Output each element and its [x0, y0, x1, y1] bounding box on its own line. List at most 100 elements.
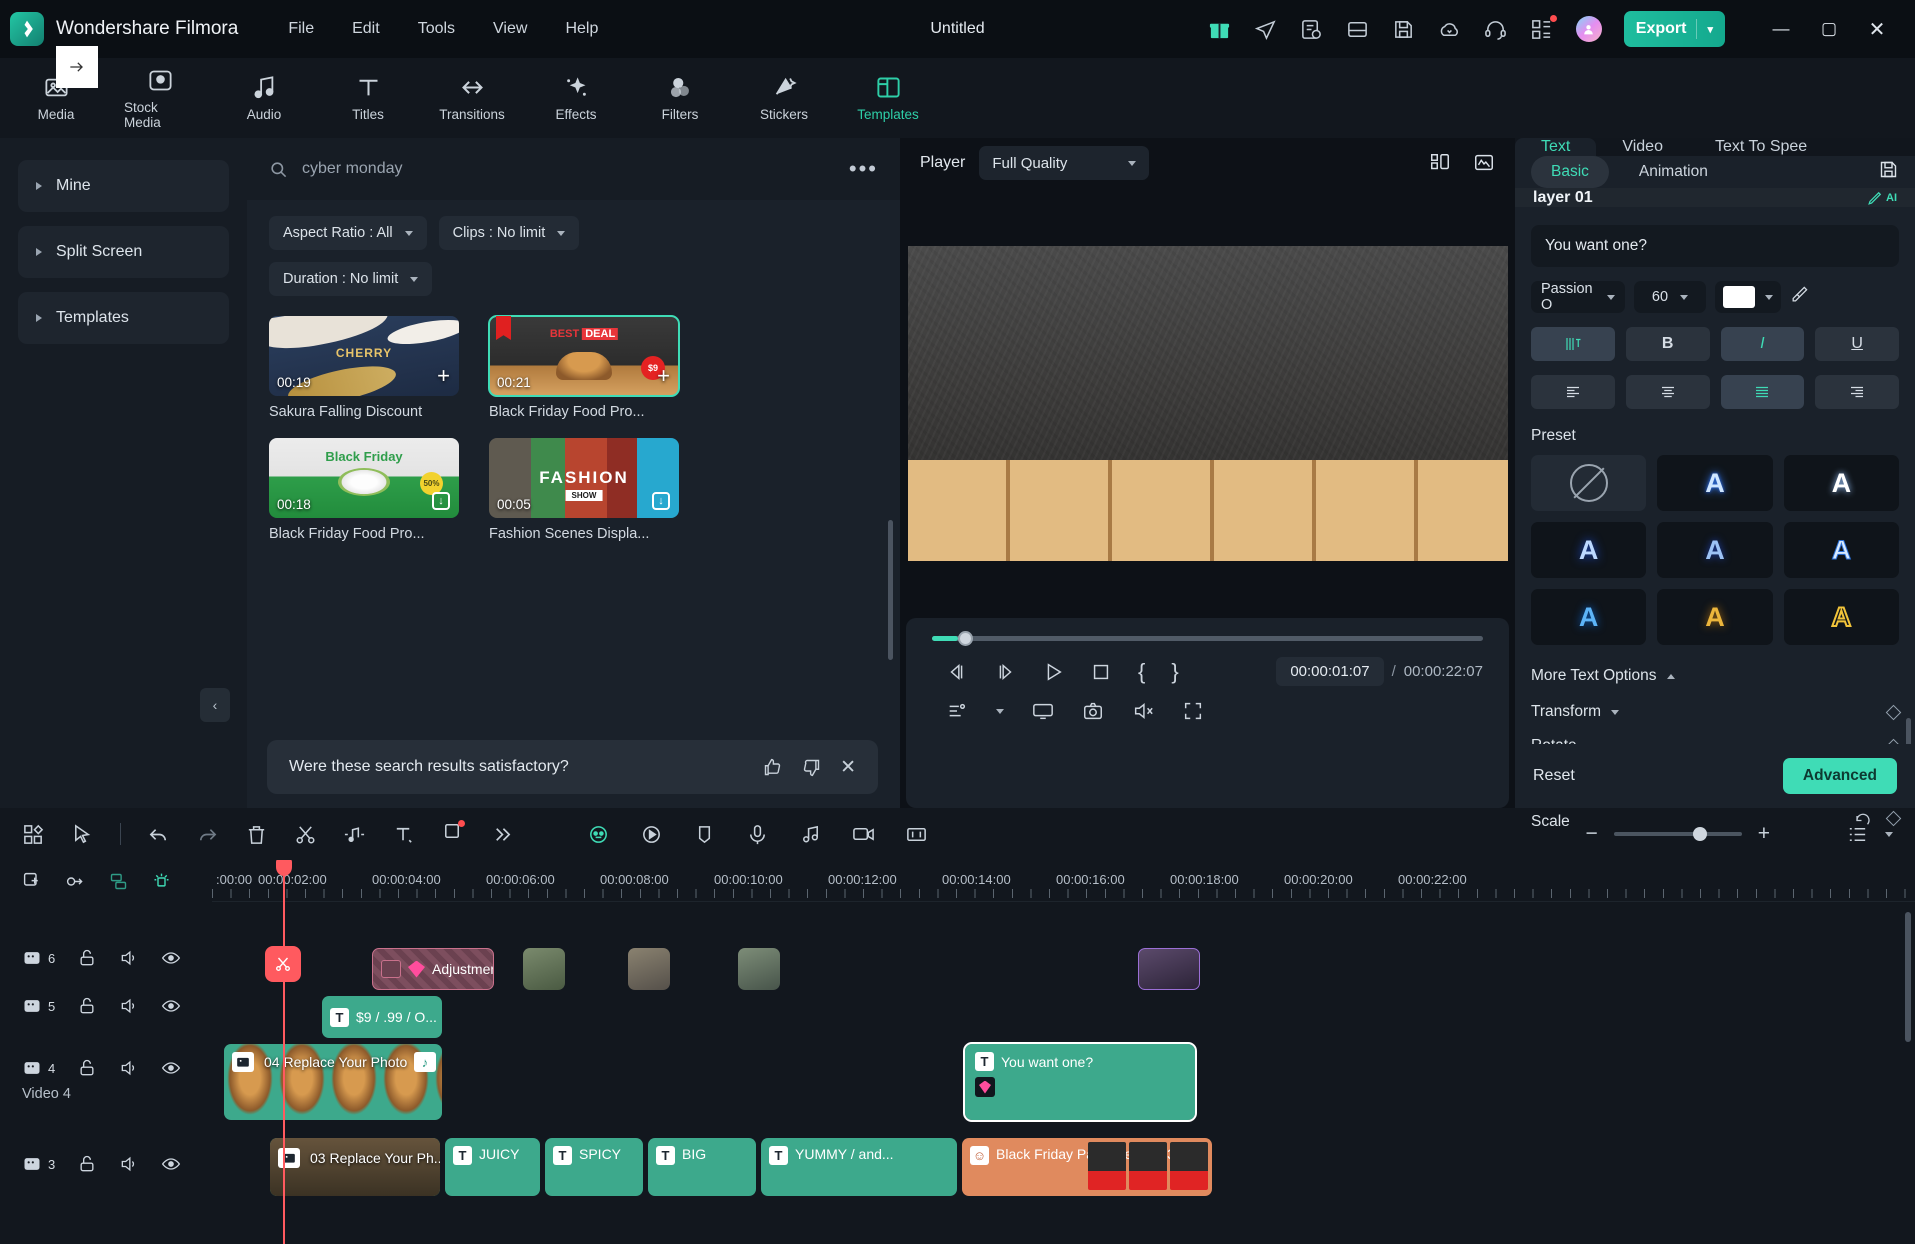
table-row[interactable]: T BIG: [648, 1138, 756, 1196]
template-thumbnail[interactable]: CHERRY 00:19 +: [269, 316, 459, 396]
tab-templates[interactable]: Templates: [852, 74, 924, 122]
menu-help[interactable]: Help: [565, 20, 598, 38]
table-row[interactable]: [628, 948, 670, 990]
speaker-icon[interactable]: [119, 948, 139, 968]
preview-canvas[interactable]: [907, 245, 1508, 561]
tab-audio[interactable]: Audio: [228, 74, 300, 122]
download-icon[interactable]: ↓: [432, 492, 450, 510]
table-row[interactable]: [738, 948, 780, 990]
layout-icon[interactable]: [1346, 17, 1370, 41]
template-thumbnail[interactable]: Black Friday 50% 00:18 ↓: [269, 438, 459, 518]
table-row[interactable]: T $9 / .99 / O...: [322, 996, 442, 1038]
eye-icon[interactable]: [161, 996, 181, 1016]
menu-tools[interactable]: Tools: [418, 20, 455, 38]
stop-icon[interactable]: [1090, 661, 1112, 683]
gift-icon[interactable]: [1208, 17, 1232, 41]
ai-edit-icon[interactable]: AI: [1866, 188, 1897, 207]
duplicate-icon[interactable]: [22, 871, 43, 892]
align-center-button[interactable]: [1625, 375, 1710, 409]
prev-frame-icon[interactable]: [946, 661, 968, 683]
select-cursor-icon[interactable]: [71, 823, 94, 846]
audio-detach-icon[interactable]: [343, 823, 366, 846]
seek-knob[interactable]: [958, 631, 974, 646]
menu-file[interactable]: File: [288, 20, 314, 38]
monitor-icon[interactable]: [1032, 700, 1054, 722]
mute-icon[interactable]: [1132, 700, 1154, 722]
playhead[interactable]: [265, 860, 301, 1244]
text-input-area[interactable]: You want one?: [1531, 225, 1899, 267]
mark-in-icon[interactable]: {: [1138, 659, 1145, 685]
speaker-icon[interactable]: [119, 996, 139, 1016]
audio-link-icon[interactable]: ♪: [414, 1052, 436, 1072]
unlock-icon[interactable]: [77, 996, 97, 1016]
keyframe-icon[interactable]: [151, 871, 172, 892]
link-icon[interactable]: [65, 871, 86, 892]
close-icon[interactable]: ✕: [840, 756, 856, 779]
table-row[interactable]: Adjustment...: [372, 948, 494, 990]
next-frame-icon[interactable]: [994, 661, 1016, 683]
maximize-button[interactable]: ▢: [1807, 10, 1851, 48]
table-row[interactable]: 04 Replace Your Photo ♪: [224, 1044, 442, 1120]
template-thumbnail-selected[interactable]: BEST DEAL $9 00:21 +: [488, 315, 680, 397]
mic-icon[interactable]: [746, 823, 769, 846]
subtab-animation[interactable]: Animation: [1619, 156, 1728, 188]
add-icon[interactable]: +: [657, 365, 670, 387]
timeline-body[interactable]: :00:00 00:00:02:00 00:00:04:00 00:00:06:…: [212, 860, 1915, 1244]
align-justify-button[interactable]: [1720, 375, 1805, 409]
eye-icon[interactable]: [161, 1154, 181, 1174]
tab-transitions[interactable]: Transitions: [436, 74, 508, 122]
delete-icon[interactable]: [245, 823, 268, 846]
table-row[interactable]: T JUICY: [445, 1138, 540, 1196]
keyframe-diamond-icon[interactable]: [1885, 810, 1902, 827]
text-icon[interactable]: [392, 823, 415, 846]
font-size-select[interactable]: 60: [1634, 281, 1706, 313]
screen-record-icon[interactable]: [852, 823, 875, 846]
tab-stickers[interactable]: Stickers: [748, 74, 820, 122]
tab-effects[interactable]: Effects: [540, 74, 612, 122]
undo-icon[interactable]: [147, 823, 170, 846]
keyframe-marker-icon[interactable]: [975, 1077, 995, 1097]
search-input[interactable]: [302, 160, 835, 178]
speed-icon[interactable]: [640, 823, 663, 846]
avatar[interactable]: [1575, 16, 1602, 42]
fullscreen-icon[interactable]: [1182, 700, 1204, 722]
tab-text[interactable]: Text: [1515, 138, 1597, 156]
template-card[interactable]: Black Friday 50% 00:18 ↓ Black Friday Fo…: [269, 438, 459, 542]
preset-cyan-blue[interactable]: A: [1531, 589, 1647, 645]
eye-icon[interactable]: [161, 948, 181, 968]
play-icon[interactable]: [1042, 661, 1064, 683]
preset-blue-bold[interactable]: A: [1657, 522, 1773, 578]
table-row[interactable]: T YUMMY / and...: [761, 1138, 957, 1196]
unlock-icon[interactable]: [77, 948, 97, 968]
tab-filters[interactable]: Filters: [644, 74, 716, 122]
save-preset-icon[interactable]: [1878, 159, 1899, 185]
zoom-slider-knob[interactable]: [1693, 827, 1708, 841]
tab-stock-media[interactable]: Stock Media: [124, 67, 196, 130]
transform-section[interactable]: Transform: [1515, 685, 1915, 721]
timeline-ruler[interactable]: :00:00 00:00:02:00 00:00:04:00 00:00:06:…: [212, 860, 1915, 902]
preset-yellow-outline[interactable]: A: [1783, 589, 1899, 645]
filter-aspect-ratio[interactable]: Aspect Ratio : All: [269, 216, 427, 250]
eye-icon[interactable]: [161, 1058, 181, 1078]
table-row-selected[interactable]: T You want one?: [963, 1042, 1197, 1122]
menu-edit[interactable]: Edit: [352, 20, 380, 38]
send-icon[interactable]: [1254, 17, 1278, 41]
camera-icon[interactable]: [1082, 700, 1104, 722]
more-options-icon[interactable]: •••: [849, 156, 878, 182]
advanced-button[interactable]: Advanced: [1782, 758, 1897, 794]
preset-blue-gradient[interactable]: A: [1531, 522, 1647, 578]
cloud-icon[interactable]: [1438, 17, 1462, 41]
headset-icon[interactable]: [1484, 17, 1508, 41]
scissors-icon[interactable]: [294, 823, 317, 846]
align-right-button[interactable]: [1815, 375, 1899, 409]
template-card[interactable]: BEST DEAL $9 00:21 + Black Friday Food P…: [488, 315, 680, 420]
zoom-slider[interactable]: [1613, 827, 1742, 841]
template-card[interactable]: FASHION SHOW 00:05 ↓ Fashion Scenes Disp…: [489, 438, 679, 542]
align-left-button[interactable]: [1531, 375, 1615, 409]
preset-none[interactable]: [1531, 455, 1647, 511]
sidebar-item-split-screen[interactable]: Split Screen: [18, 226, 229, 278]
mark-out-icon[interactable]: }: [1171, 659, 1178, 685]
sidebar-item-mine[interactable]: Mine: [18, 160, 229, 212]
grid-view-icon[interactable]: [1429, 152, 1451, 174]
table-row[interactable]: 03 Replace Your Ph...: [270, 1138, 440, 1196]
